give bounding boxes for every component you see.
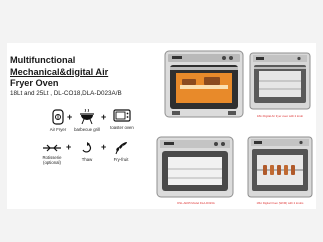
product-page: Multifunctional Mechanical&digital Air F…: [0, 0, 323, 242]
grill-icon: [80, 109, 94, 125]
function-fry-fruit: Fry-fruit: [101, 141, 141, 162]
function-label: Air Fryer: [49, 127, 67, 132]
function-toaster-oven: toaster oven: [102, 109, 142, 130]
caption-top-right: 18Lt Digital Air fryer oven with 2 knob: [256, 114, 304, 118]
function-label: Rotisserie (optional): [42, 155, 62, 165]
oven-image-top-right: [249, 52, 311, 110]
product-title: Multifunctional Mechanical&digital Air F…: [10, 55, 160, 90]
thaw-icon: [82, 142, 91, 153]
fruit-icon: [115, 142, 127, 155]
caption-bottom-left: DSL-AR25 Model DLA-D023A: [177, 201, 215, 205]
oven-image-large: [164, 50, 244, 118]
caption-bottom-right: 18Lt Digital Oven (Wt/M) with 2 knobs: [256, 201, 304, 205]
fan-icon: [52, 109, 64, 125]
title-line-1: Multifunctional: [10, 55, 76, 65]
title-line-3: Fryer Oven: [10, 78, 59, 88]
rotisserie-icon: [43, 144, 61, 152]
function-label: Fry-fruit: [113, 157, 129, 162]
oven-image-bottom-right: [247, 136, 313, 198]
toaster-oven-icon: [113, 109, 131, 122]
title-line-2: Mechanical&digital Air: [10, 66, 109, 77]
function-label: toaster oven: [110, 125, 134, 130]
oven-image-bottom-left: [156, 136, 234, 198]
product-subtitle: 18Lt and 25Lt , DL-CO18,DLA-D023A/B: [10, 90, 122, 97]
function-label: barbecue grill: [74, 127, 100, 132]
function-label: Thaw: [81, 157, 93, 162]
